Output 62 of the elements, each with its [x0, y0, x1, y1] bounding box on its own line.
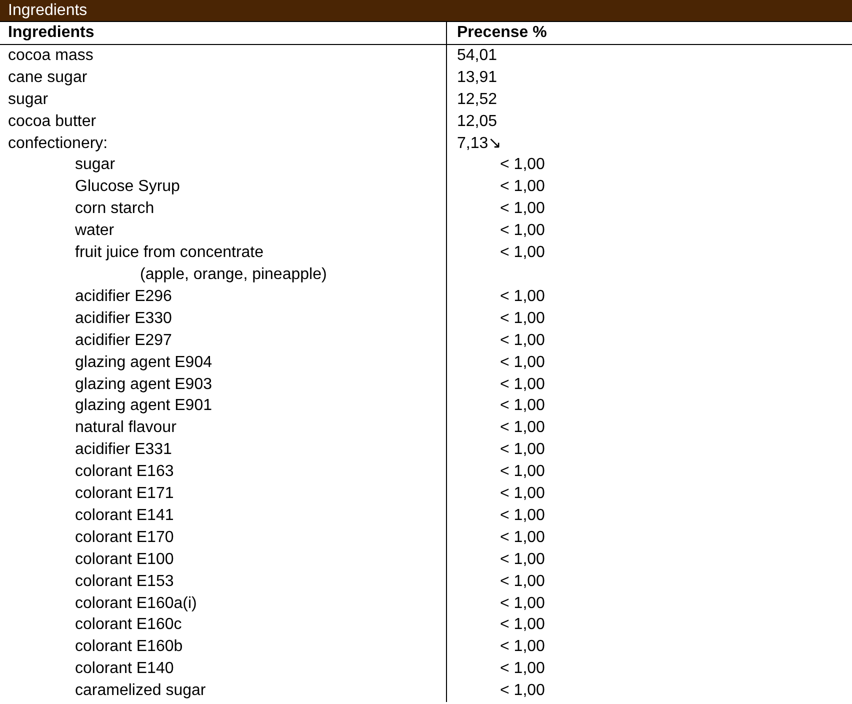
table-cell-text: < 1,00 — [499, 528, 545, 548]
table-cell-text: < 1,00 — [499, 572, 545, 592]
table-cell-text: 13,91 — [456, 68, 498, 88]
table-cell-text: colorant E160c — [74, 615, 182, 636]
section-title: Ingredients — [0, 0, 852, 22]
table-cell-text: < 1,00 — [499, 199, 545, 220]
table-cell-text: fruit juice from concentrate — [74, 243, 264, 264]
table-cell-text: acidifier E296 — [74, 286, 172, 307]
table-cell-text: < 1,00 — [499, 440, 545, 460]
table-cell-text: < 1,00 — [499, 243, 545, 264]
table-cell-text: glazing agent E904 — [74, 352, 212, 373]
table-cell-text: < 1,00 — [499, 177, 545, 198]
table-cell-text: colorant E163 — [74, 462, 174, 482]
table-cell-text: 7,13↘ — [456, 134, 502, 154]
table-cell-text: < 1,00 — [499, 374, 545, 394]
table-cell-text: acidifier E297 — [74, 330, 172, 351]
table-cell-text: < 1,00 — [499, 637, 545, 658]
table-cell-text: corn starch — [74, 199, 154, 220]
column-header: Precense % — [456, 23, 547, 43]
table-cell-text: < 1,00 — [499, 155, 545, 176]
column-header: Ingredients — [7, 23, 94, 43]
table-cell-text: cocoa mass — [7, 46, 94, 66]
table-cell-text: < 1,00 — [499, 330, 545, 351]
table-cell-text: confectionery: — [7, 134, 108, 154]
table-cell-text: colorant E160a(i) — [74, 594, 197, 614]
table-cell-text: < 1,00 — [499, 286, 545, 307]
table-cell-text: < 1,00 — [499, 418, 545, 438]
table-cell-text: colorant E171 — [74, 484, 174, 504]
table-cell-text: sugar — [74, 155, 116, 176]
table-cell-text: 12,52 — [456, 90, 498, 110]
table-cell-text: cane sugar — [7, 68, 88, 88]
table-cell-text: colorant E141 — [74, 506, 174, 526]
table-cell-text: < 1,00 — [499, 221, 545, 242]
table-cell-text: colorant E100 — [74, 550, 174, 570]
table-cell-text: cocoa butter — [7, 112, 96, 132]
table-cell-text: glazing agent E901 — [74, 396, 212, 416]
table-cell-text: colorant E170 — [74, 528, 174, 548]
table-cell-text: < 1,00 — [499, 352, 545, 373]
table-cell-text: 54,01 — [456, 46, 498, 66]
table-cell-text: glazing agent E903 — [74, 374, 212, 394]
table-cell-text: colorant E140 — [74, 659, 174, 680]
table-cell-text: Glucose Syrup — [74, 177, 180, 198]
table-cell-text: caramelized sugar — [74, 681, 206, 702]
table-cell-text: sugar — [7, 90, 48, 110]
table-cell-text: < 1,00 — [499, 594, 545, 614]
table-cell-text: 12,05 — [456, 112, 498, 132]
table-cell-text: < 1,00 — [499, 659, 545, 680]
table-cell-text: < 1,00 — [499, 506, 545, 526]
table-cell-text: (apple, orange, pineapple) — [139, 264, 327, 285]
table-cell-text: acidifier E330 — [74, 308, 172, 329]
table-cell-text: colorant E153 — [74, 572, 174, 592]
table-cell-text: < 1,00 — [499, 484, 545, 504]
table-cell-text: < 1,00 — [499, 308, 545, 329]
table-cell-text: water — [74, 221, 114, 242]
table-cell-text: natural flavour — [74, 418, 176, 438]
table-cell-text: < 1,00 — [499, 396, 545, 416]
table-cell-text: < 1,00 — [499, 615, 545, 636]
table-cell-text: < 1,00 — [499, 550, 545, 570]
table-cell-text: acidifier E331 — [74, 440, 172, 460]
table-cell-text: < 1,00 — [499, 681, 545, 702]
table-cell-text: colorant E160b — [74, 637, 183, 658]
table-cell-text: < 1,00 — [499, 462, 545, 482]
